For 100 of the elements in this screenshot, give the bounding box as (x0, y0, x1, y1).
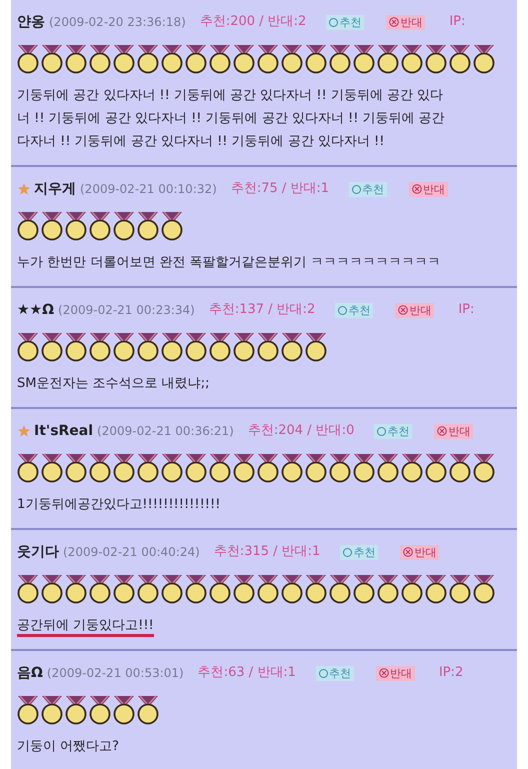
comment-date: (2009-02-21 00:53:01) (46, 665, 184, 682)
medal-icon (305, 574, 327, 604)
medal-icon (185, 574, 207, 604)
medal-icon (137, 574, 159, 604)
close-icon (403, 547, 414, 557)
medal-icon (257, 44, 279, 74)
medal-icon (473, 574, 495, 604)
vote-count: 추천:63 / 반대:1 (198, 664, 296, 682)
close-icon (378, 668, 389, 678)
medal-icon (161, 332, 183, 362)
medal-icon (65, 332, 87, 362)
medal-icon (209, 453, 231, 483)
medal-icon (89, 211, 111, 241)
medal-icon (65, 44, 87, 74)
medal-icon (329, 574, 351, 604)
medal-icon (41, 332, 63, 362)
medal-icon (209, 332, 231, 362)
author-name[interactable]: 음Ω (17, 662, 43, 684)
recommend-button[interactable]: 추천 (316, 666, 354, 680)
medal-icon (113, 332, 135, 362)
medal-icon (329, 44, 351, 74)
medal-icon (401, 574, 423, 604)
medal-icon (113, 44, 135, 74)
comment-text: 누가 한번만 더롤어보면 완전 폭팔할거같은분위기 ㅋㅋㅋㅋㅋㅋㅋㅋㅋㅋ (17, 255, 441, 270)
recommend-button[interactable]: 추천 (349, 182, 388, 196)
medal-icon (305, 44, 327, 74)
medal-icon (233, 44, 255, 74)
author-name[interactable]: 얀옹 (17, 12, 45, 32)
medal-icon (257, 574, 279, 604)
comment-date: (2009-02-21 00:10:32) (80, 181, 217, 198)
oppose-button[interactable]: 반대 (386, 14, 426, 30)
medal-icon (353, 453, 375, 483)
vote-count: 추천:137 / 반대:2 (208, 301, 316, 320)
medal-icon (233, 332, 255, 362)
medal-icon (65, 695, 87, 725)
medal-icon (233, 453, 255, 483)
comment-date: (2009-02-21 00:40:24) (63, 544, 200, 561)
medal-icon (17, 453, 39, 483)
recommend-button[interactable]: 추천 (326, 14, 364, 30)
medal-icon (137, 332, 159, 362)
medal-icon (185, 453, 207, 483)
medal-icon (89, 44, 111, 74)
medal-icon (41, 211, 63, 241)
oppose-button[interactable]: 반대 (409, 182, 448, 196)
medal-icon (17, 211, 39, 241)
oppose-button[interactable]: 반대 (376, 666, 415, 680)
medal-icon (185, 332, 207, 362)
medal-icon (281, 453, 303, 483)
medal-icon (41, 453, 63, 483)
ip-address: IP: (449, 13, 466, 32)
vote-count: 추천:315 / 반대:1 (214, 543, 320, 562)
medal-icon (449, 574, 471, 604)
medal-icon (89, 332, 111, 362)
medal-icon (161, 453, 183, 483)
author-name[interactable]: 지우게 (34, 178, 76, 200)
comment-text: 다자너 !! 기둥뒤에 공간 있다자너 !! 기둥뒤에 공간 있다자너 !! (17, 134, 384, 149)
medal-icon (65, 211, 87, 241)
medal-icon (425, 574, 447, 604)
author-name[interactable]: ★★Ω (17, 300, 54, 320)
comment-text: SM운전자는 조수석으로 내렸냐;; (17, 376, 210, 391)
medal-icon (137, 695, 159, 725)
medal-icon (161, 574, 183, 604)
oppose-button[interactable]: 반대 (434, 424, 474, 438)
medal-icon (17, 332, 39, 362)
oppose-button[interactable]: 반대 (395, 302, 434, 318)
medal-icon (113, 695, 135, 725)
medal-icon (473, 44, 495, 74)
medal-icon (137, 211, 159, 241)
comment-date: (2009-02-21 00:36:21) (97, 423, 234, 440)
author-name[interactable]: 웃기다 (17, 542, 59, 562)
medal-icon (137, 44, 159, 74)
medal-icon (17, 44, 39, 74)
medal-icon (329, 453, 351, 483)
medal-icon (137, 453, 159, 483)
medal-icon (161, 44, 183, 74)
medal-icon (257, 453, 279, 483)
medal-icon (161, 211, 183, 241)
recommend-button[interactable]: 추천 (374, 424, 412, 438)
medal-icon (425, 44, 447, 74)
medal-icon (113, 574, 135, 604)
medal-icon (281, 44, 303, 74)
close-icon (389, 17, 400, 27)
medal-icon (401, 44, 423, 74)
medal-icon (449, 44, 471, 74)
medal-icon (89, 695, 111, 725)
vote-count: 추천:75 / 반대:1 (230, 180, 330, 198)
comment-text: 기둥이 어쨌다고? (17, 739, 120, 754)
medal-icon (377, 453, 399, 483)
medal-icon (65, 574, 87, 604)
recommend-button[interactable]: 추천 (340, 544, 378, 560)
medal-icon (305, 332, 327, 362)
comment-text: 너 !! 기둥뒤에 공간 있다자너 !! 기둥뒤에 공간 있다자너 !! 기둥뒤에 공간 (17, 111, 445, 126)
oppose-button[interactable]: 반대 (400, 544, 440, 560)
medal-icon (65, 453, 87, 483)
comment-date: (2009-02-21 00:23:34) (58, 302, 195, 319)
author-name[interactable]: It'sReal (34, 420, 94, 442)
medal-icon (449, 453, 471, 483)
medal-icon (353, 574, 375, 604)
recommend-button[interactable]: 추천 (335, 302, 374, 318)
medal-icon (89, 453, 111, 483)
